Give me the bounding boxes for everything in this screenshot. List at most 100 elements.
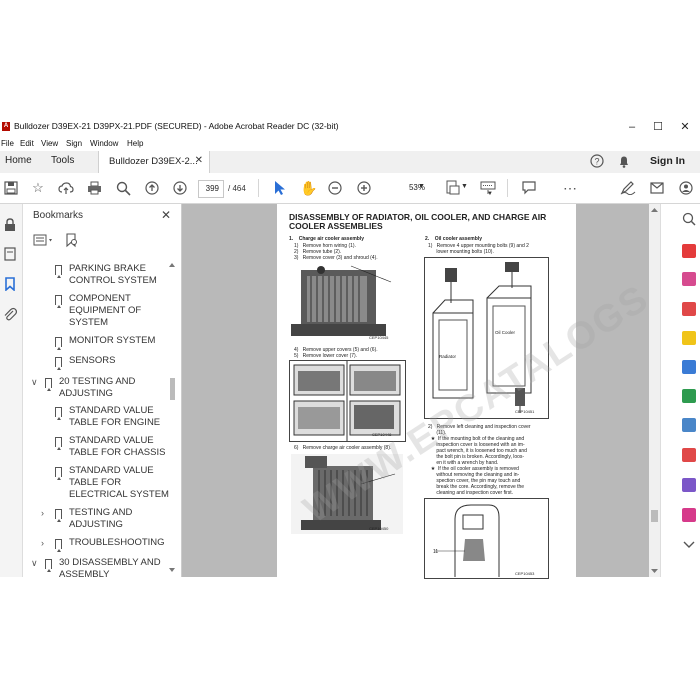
collapse-caret-icon[interactable]: ∨ xyxy=(31,377,38,388)
section-2-title: 2. Oil cooler assembly xyxy=(425,236,482,242)
bookmark-std-value-electrical[interactable]: STANDARD VALUE TABLE FOR ELECTRICAL SYST… xyxy=(69,465,169,501)
bookmark-testing-adjusting[interactable]: TESTING AND ADJUSTING xyxy=(69,507,164,531)
bookmarks-scrollbar[interactable] xyxy=(168,262,176,575)
section-1-steps: 1) Remove horn wiring (1). 2) Remove tub… xyxy=(294,243,378,261)
bookmark-parking-brake[interactable]: PARKING BRAKE CONTROL SYSTEM xyxy=(69,263,164,287)
menu-sign[interactable]: Sign xyxy=(66,139,82,148)
window-title: Bulldozer D39EX-21 D39PX-21.PDF (SECURED… xyxy=(14,121,339,131)
bookmark-search-icon[interactable] xyxy=(65,233,79,248)
bookmarks-panel-icon[interactable] xyxy=(4,277,16,291)
next-page-icon[interactable] xyxy=(173,181,187,195)
zoom-search-icon[interactable] xyxy=(682,212,696,226)
bookmarks-toolbar xyxy=(31,232,171,252)
more-tools-chevron-icon[interactable] xyxy=(682,539,696,551)
page-fit-dropdown-icon[interactable]: ▼ xyxy=(461,183,468,190)
bookmark-flag-icon xyxy=(55,467,62,480)
section-2-steps: 1) Remove 4 upper mounting bolts (9) and… xyxy=(428,243,529,255)
close-tab-icon[interactable]: ✕ xyxy=(195,155,203,166)
figure-charge-air-cooler xyxy=(291,262,403,340)
menu-bar: File Edit View Sign Window Help xyxy=(0,137,700,151)
close-bookmarks-icon[interactable]: ✕ xyxy=(161,208,171,222)
bookmark-sensors[interactable]: SENSORS xyxy=(69,355,164,367)
hand-tool-icon[interactable]: ✋ xyxy=(300,180,317,196)
organize-pages-icon[interactable] xyxy=(682,389,696,403)
create-pdf-icon[interactable] xyxy=(682,272,696,286)
account-icon[interactable] xyxy=(679,181,693,195)
close-window-button[interactable]: ✕ xyxy=(674,119,696,135)
section-1-steps-2: 4) Remove upper covers (5) and (6). 5) R… xyxy=(294,347,378,359)
compress-pdf-icon[interactable] xyxy=(682,418,696,432)
page-total: / 464 xyxy=(228,184,246,193)
save-icon[interactable] xyxy=(4,181,18,195)
zoom-in-icon[interactable] xyxy=(357,181,371,195)
bookmark-flag-icon xyxy=(45,378,52,391)
previous-page-icon[interactable] xyxy=(145,181,159,195)
bookmark-std-value-engine[interactable]: STANDARD VALUE TABLE FOR ENGINE xyxy=(69,405,169,429)
bookmark-star-icon[interactable]: ☆ xyxy=(30,180,46,196)
left-navigation-rail xyxy=(0,204,23,577)
menu-window[interactable]: Window xyxy=(90,139,118,148)
bookmark-monitor-system[interactable]: MONITOR SYSTEM xyxy=(69,335,164,347)
menu-view[interactable]: View xyxy=(41,139,58,148)
more-tools-icon[interactable]: ⋯ xyxy=(562,180,578,196)
export-pdf-icon[interactable] xyxy=(682,244,696,258)
page-number-input[interactable]: 399 xyxy=(198,180,224,198)
bookmark-flag-icon xyxy=(55,509,62,522)
lock-icon[interactable] xyxy=(4,218,16,232)
comment-tool-icon[interactable] xyxy=(682,331,696,345)
page-thumbnails-icon[interactable] xyxy=(4,247,16,261)
print-icon[interactable] xyxy=(87,181,102,195)
protect-icon[interactable] xyxy=(682,508,696,522)
attachment-icon[interactable] xyxy=(3,307,17,321)
search-icon[interactable] xyxy=(116,181,131,196)
bookmark-options-icon[interactable] xyxy=(33,234,55,248)
zoom-dropdown-icon[interactable]: ▼ xyxy=(418,183,425,190)
figure-code: CEP10451 xyxy=(515,409,535,414)
bookmark-disassembly-section[interactable]: 30 DISASSEMBLY AND ASSEMBLY xyxy=(59,557,164,577)
menu-help[interactable]: Help xyxy=(127,139,143,148)
bell-icon[interactable] xyxy=(617,154,631,168)
tab-home[interactable]: Home xyxy=(5,155,32,166)
email-icon[interactable] xyxy=(650,182,664,194)
expand-caret-icon[interactable]: › xyxy=(41,538,44,548)
svg-text:?: ? xyxy=(594,157,599,167)
send-for-signature-icon[interactable] xyxy=(682,478,696,492)
tab-tools[interactable]: Tools xyxy=(51,155,74,166)
fill-sign-icon[interactable] xyxy=(682,448,696,462)
tab-document[interactable]: Bulldozer D39EX-2... ✕ xyxy=(98,151,210,173)
expand-caret-icon[interactable]: › xyxy=(41,508,44,518)
keyboard-dropdown-icon[interactable]: ▼ xyxy=(487,191,493,197)
edit-pdf-icon[interactable] xyxy=(682,302,696,316)
window-title-bar: A Bulldozer D39EX-21 D39PX-21.PDF (SECUR… xyxy=(0,117,700,137)
bookmark-testing-adjusting-section[interactable]: 20 TESTING AND ADJUSTING xyxy=(59,376,164,400)
collapse-caret-icon[interactable]: ∨ xyxy=(31,558,38,569)
combine-files-icon[interactable] xyxy=(682,360,696,374)
help-icon[interactable]: ? xyxy=(590,154,604,168)
menu-edit[interactable]: Edit xyxy=(20,139,34,148)
toolbar: ☆ 399 / 464 ✋ 53% ▼ ▼ ▼ ⋯ xyxy=(0,173,700,204)
bookmarks-panel: Bookmarks ✕ PARKING BRAKE CONTROL SYSTEM… xyxy=(23,204,182,577)
sign-in-button[interactable]: Sign In xyxy=(650,155,685,167)
comment-icon[interactable] xyxy=(522,181,536,195)
bookmark-std-value-chassis[interactable]: STANDARD VALUE TABLE FOR CHASSIS xyxy=(69,435,169,459)
select-cursor-icon[interactable] xyxy=(273,180,285,196)
tab-bar: Home Tools Bulldozer D39EX-2... ✕ ? Sign… xyxy=(0,151,700,174)
menu-file[interactable]: File xyxy=(1,139,14,148)
bookmark-flag-icon xyxy=(55,265,62,278)
bookmark-flag-icon xyxy=(55,337,62,350)
page-heading: DISASSEMBLY OF RADIATOR, OIL COOLER, AND… xyxy=(289,212,547,231)
document-viewport[interactable]: DISASSEMBLY OF RADIATOR, OIL COOLER, AND… xyxy=(182,204,700,579)
minimize-button[interactable]: – xyxy=(621,119,643,135)
bookmark-troubleshooting[interactable]: TROUBLESHOOTING xyxy=(69,537,169,549)
page-fit-icon[interactable] xyxy=(445,180,461,196)
bookmark-component-equipment[interactable]: COMPONENT EQUIPMENT OF SYSTEM xyxy=(69,293,164,329)
bookmark-flag-icon xyxy=(55,437,62,450)
upload-cloud-icon[interactable] xyxy=(58,181,74,195)
acrobat-logo-icon: A xyxy=(2,122,10,131)
maximize-button[interactable]: ☐ xyxy=(647,119,669,135)
bookmark-flag-icon xyxy=(55,407,62,420)
svg-text:11: 11 xyxy=(433,549,438,555)
sign-pen-icon[interactable] xyxy=(620,181,636,195)
zoom-out-icon[interactable] xyxy=(328,181,342,195)
document-scrollbar[interactable] xyxy=(649,204,660,577)
